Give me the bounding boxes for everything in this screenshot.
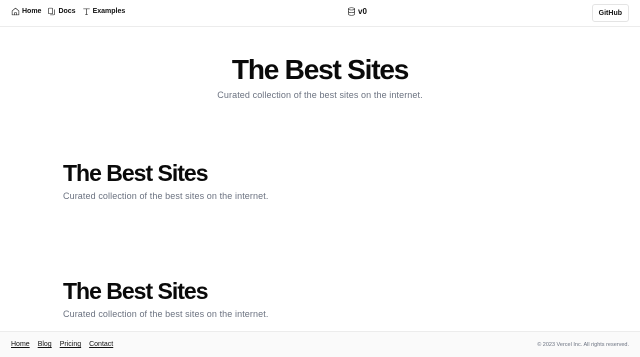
nav-home-label: Home <box>22 8 42 15</box>
main-nav: Home Docs Examples <box>11 7 125 16</box>
nav-examples-link[interactable]: Examples <box>82 7 126 16</box>
github-button[interactable]: GitHub <box>591 4 629 22</box>
hero-subtitle: Curated collection of the best sites on … <box>217 90 423 100</box>
section-subtitle: Curated collection of the best sites on … <box>63 309 269 319</box>
page-footer: Home Blog Pricing Contact © 2023 Vercel … <box>0 331 640 357</box>
home-icon <box>11 7 20 16</box>
docs-icon <box>48 7 56 16</box>
footer-link-pricing[interactable]: Pricing <box>60 341 81 348</box>
text-icon <box>82 8 90 15</box>
nav-home-link[interactable]: Home <box>11 7 41 16</box>
section-title: The Best Sites <box>63 278 209 304</box>
footer-links: Home Blog Pricing Contact <box>11 341 113 348</box>
section-subtitle: Curated collection of the best sites on … <box>63 191 269 201</box>
hero-section: The Best Sites Curated collection of the… <box>0 54 640 100</box>
database-icon <box>348 7 355 16</box>
footer-link-contact[interactable]: Contact <box>89 341 113 348</box>
top-navbar: Home Docs Examples v0 GitHub <box>0 0 640 27</box>
hero-title: The Best Sites <box>231 54 409 85</box>
footer-link-blog[interactable]: Blog <box>38 341 52 348</box>
nav-examples-label: Examples <box>92 8 126 15</box>
content-section-1: The Best Sites Curated collection of the… <box>63 160 563 201</box>
brand-label: v0 <box>358 7 367 16</box>
content-section-2: The Best Sites Curated collection of the… <box>63 278 563 319</box>
nav-docs-label: Docs <box>58 8 76 15</box>
copyright-text: © 2023 Vercel Inc. All rights reserved. <box>537 342 629 348</box>
footer-link-home[interactable]: Home <box>11 341 30 348</box>
brand-logo[interactable]: v0 <box>347 7 367 16</box>
nav-docs-link[interactable]: Docs <box>47 7 76 16</box>
section-title: The Best Sites <box>63 160 209 186</box>
